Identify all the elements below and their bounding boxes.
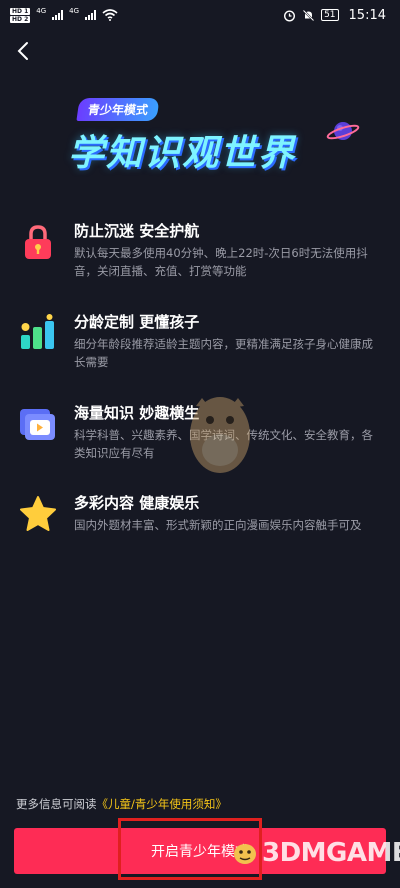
guidelines-link[interactable]: 《儿童/青少年使用须知》 [97, 797, 227, 811]
status-time: 15:14 [348, 7, 386, 23]
planet-icon [326, 122, 360, 140]
network-type-2: 4G [69, 7, 80, 15]
sim2-badge: HD 2 [10, 15, 31, 23]
hero-title: 学知识观世界 [68, 133, 297, 174]
feature-item: 分龄定制 更懂孩子 细分年龄段推荐适龄主题内容，更精准满足孩子身心健康成长需要 [18, 311, 383, 381]
status-right: 51 15:14 [283, 8, 386, 23]
feature-item: 防止沉迷 安全护航 默认每天最多使用40分钟、晚上22时-次日6时无法使用抖音，… [18, 220, 383, 290]
sim1-badge: HD 1 [10, 7, 31, 15]
hero-banner: 青少年模式 学知识观世界 [60, 96, 360, 176]
feature-description: 国内外题材丰富、形式新颖的正向漫画娱乐内容触手可及 [74, 518, 362, 532]
network-type-1: 4G [36, 7, 47, 15]
star-icon [20, 496, 56, 531]
more-info-prefix: 更多信息可阅读 [16, 797, 97, 811]
bar-chart-icon [21, 314, 54, 349]
more-info-line: 更多信息可阅读《儿童/青少年使用须知》 [16, 796, 227, 812]
feature-item: 多彩内容 健康娱乐 国内外题材丰富、形式新颖的正向漫画娱乐内容触手可及 [18, 492, 383, 542]
chevron-left-icon [17, 42, 28, 60]
status-bar: HD 1 HD 2 4G 4G 51 15:14 [0, 0, 400, 30]
site-watermark: 3DMGAME [232, 838, 400, 868]
mode-tag: 青少年模式 [76, 98, 160, 121]
feature-title: 分龄定制 更懂孩子 [74, 313, 200, 331]
alarm-icon [284, 9, 296, 22]
sim-indicators: HD 1 HD 2 [10, 7, 31, 23]
lock-icon [25, 225, 51, 259]
back-button[interactable] [10, 38, 36, 64]
signal-icon [52, 10, 64, 20]
feature-description: 默认每天最多使用40分钟、晚上22时-次日6时无法使用抖音，关闭直播、充值、打赏… [74, 246, 368, 278]
feature-description: 细分年龄段推荐适龄主题内容，更精准满足孩子身心健康成长需要 [74, 337, 373, 369]
signal-icon-2 [85, 10, 97, 20]
video-folder-icon [20, 409, 55, 440]
feature-title: 防止沉迷 安全护航 [74, 222, 200, 240]
mascot-watermark-icon [190, 397, 250, 473]
feature-title: 多彩内容 健康娱乐 [74, 494, 200, 512]
status-left: HD 1 HD 2 4G 4G [10, 7, 118, 23]
mascot-logo-icon [234, 844, 256, 864]
wifi-icon [102, 9, 118, 21]
battery-indicator: 51 [321, 9, 339, 21]
mute-bell-icon [302, 9, 315, 21]
watermark-text: 3DMGAME [262, 838, 400, 868]
